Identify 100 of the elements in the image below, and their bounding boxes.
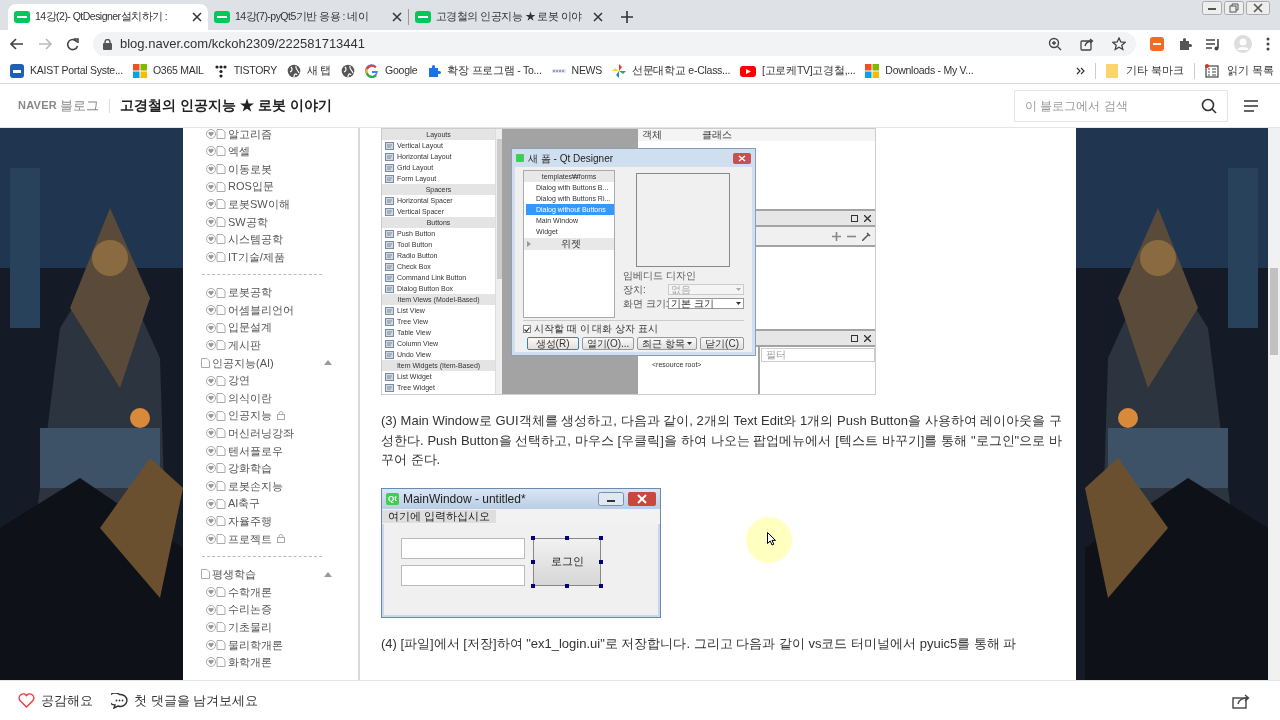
category-link[interactable]: 강화학습	[228, 460, 272, 477]
selection-handle[interactable]	[531, 583, 535, 588]
category-link[interactable]: 머신러닝강좌	[228, 425, 294, 442]
close-icon[interactable]	[1246, 1, 1270, 15]
float-icon[interactable]	[851, 334, 858, 342]
category-link[interactable]: 기초물리	[228, 619, 272, 636]
dialog-button[interactable]: 닫기(C)	[700, 337, 744, 350]
extension-icon[interactable]	[1150, 37, 1164, 51]
bookmark[interactable]: O365 MAIL	[132, 62, 204, 79]
bookmark[interactable]: 선문대학교 e-Class...	[612, 62, 731, 79]
wrench-icon[interactable]	[862, 231, 871, 241]
bookmark[interactable]: 확장 프로그램 - To...	[427, 62, 542, 79]
dialog-button[interactable]: 최근 항목	[637, 337, 698, 350]
category-link[interactable]: 어셈블리언어	[228, 301, 294, 319]
back-icon[interactable]	[10, 38, 24, 50]
close-icon[interactable]	[392, 12, 402, 22]
more-icon[interactable]	[1266, 37, 1270, 51]
category-link[interactable]: 로봇공학	[228, 284, 272, 301]
share-icon[interactable]	[1080, 37, 1094, 51]
category-link[interactable]: 로봇SW이해	[228, 195, 290, 213]
dialog-button[interactable]: 열기(O)...	[581, 337, 635, 350]
category-link[interactable]: 이동로봇	[228, 160, 272, 178]
category-link[interactable]: 평생학습	[212, 566, 256, 583]
column-header[interactable]: 객체	[642, 130, 662, 140]
category-link[interactable]: 화학개론	[228, 654, 272, 671]
reading-list[interactable]: 읽기 목록	[1204, 62, 1274, 79]
plus-icon[interactable]	[832, 231, 841, 241]
category-link[interactable]: 알고리즘	[228, 128, 272, 143]
chevron-double-icon[interactable]	[1075, 66, 1085, 75]
bookmark[interactable]: [고로케TV]고경철,...	[740, 62, 856, 79]
bookmark[interactable]: TISTORY	[213, 62, 277, 79]
globe-bookmark-icon[interactable]	[341, 63, 356, 78]
category-link[interactable]: 게시판	[228, 337, 261, 354]
minimize-icon[interactable]	[598, 491, 624, 506]
menu-item[interactable]: 여기에 입력하십시오	[382, 509, 497, 523]
category-link[interactable]: 물리학개론	[228, 636, 283, 654]
collapse-arrow-icon[interactable]	[324, 571, 332, 577]
category-link[interactable]: 강연	[228, 372, 250, 389]
category-link[interactable]: 인공지능(AI)	[212, 354, 274, 372]
bookmark[interactable]: NEWS	[551, 62, 602, 79]
close-icon[interactable]	[192, 12, 202, 22]
category-link[interactable]: SW공학	[228, 213, 268, 230]
float-icon[interactable]	[851, 214, 858, 222]
dialog-button[interactable]: 생성(R)	[526, 337, 579, 350]
scrollbar-thumb[interactable]	[496, 139, 502, 279]
category-link[interactable]: 자율주행	[228, 513, 272, 530]
minimize-icon[interactable]	[1202, 1, 1222, 15]
browser-tab[interactable]: 14강(7)-pyQt5기반 응용 : 네이	[208, 4, 408, 30]
bookmark[interactable]: Downloads - My V...	[865, 62, 974, 79]
star-icon[interactable]	[1112, 37, 1126, 51]
category-link[interactable]: 수리논증	[228, 601, 272, 618]
blog-title[interactable]: 고경철의 인공지능 ★ 로봇 이야기	[120, 95, 332, 116]
media-icon[interactable]	[1206, 37, 1220, 51]
restore-icon[interactable]	[1224, 1, 1244, 15]
browser-tab[interactable]: 고경철의 인공지능 ★ 로봇 이야	[409, 4, 609, 30]
dropdown[interactable]: 기본 크기	[668, 298, 744, 309]
category-link[interactable]: 입문설계	[228, 319, 272, 336]
selection-handle[interactable]	[599, 583, 603, 588]
selection-handle[interactable]	[599, 559, 603, 564]
blog-label[interactable]: 블로그	[60, 95, 100, 116]
zoom-icon[interactable]	[1048, 37, 1062, 51]
category-link[interactable]: 수학개론	[228, 583, 272, 601]
tree-group[interactable]: 위젯	[561, 239, 581, 249]
selection-handle[interactable]	[531, 559, 535, 564]
selection-handle[interactable]	[599, 535, 603, 540]
category-link[interactable]: 의식이란	[228, 389, 272, 407]
scrollbar-thumb[interactable]	[1270, 268, 1278, 355]
checkbox[interactable]	[523, 325, 531, 333]
category-link[interactable]: 프로젝트	[228, 530, 272, 548]
reload-icon[interactable]	[66, 37, 79, 51]
category-link[interactable]: 인공지능	[228, 407, 272, 424]
category-link[interactable]: 로봇손지능	[228, 477, 283, 495]
browser-tab[interactable]: 14강(2)- QtDesigner설치하기 :	[8, 4, 208, 30]
close-icon[interactable]	[864, 214, 871, 222]
share-icon[interactable]	[1232, 692, 1250, 709]
selection-handle[interactable]	[531, 535, 535, 540]
close-icon[interactable]	[864, 334, 871, 342]
menu-icon[interactable]	[1244, 99, 1258, 112]
push-button[interactable]: 로그인	[533, 537, 601, 586]
bookmark[interactable]: KAIST Portal Syste...	[10, 62, 123, 79]
selection-handle[interactable]	[565, 583, 569, 588]
new-tab-icon[interactable]	[621, 11, 633, 23]
collapse-arrow-icon[interactable]	[324, 360, 332, 366]
category-link[interactable]: IT기술/제품	[228, 248, 285, 266]
search-icon[interactable]	[1201, 97, 1217, 114]
column-header[interactable]: 클래스	[702, 130, 732, 140]
category-link[interactable]: 엑셀	[228, 143, 250, 160]
category-link[interactable]: 텐서플로우	[228, 442, 283, 460]
category-link[interactable]: 시스템공학	[228, 231, 283, 248]
like-button[interactable]: 공감해요	[18, 690, 93, 711]
category-link[interactable]: AI축구	[228, 495, 261, 512]
bookmark[interactable]: 새 탭	[286, 62, 332, 79]
comment-button[interactable]: 첫 댓글을 남겨보세요	[111, 690, 259, 711]
close-icon[interactable]	[593, 12, 603, 22]
bookmark[interactable]: Google	[365, 62, 418, 79]
naver-logo[interactable]: NAVER	[18, 97, 58, 114]
bookmark-folder[interactable]: 기타 북마크	[1105, 62, 1184, 79]
address-bar[interactable]: blog.naver.com/kckoh2309/222581713441	[93, 32, 1136, 56]
puzzle-icon[interactable]	[1178, 37, 1192, 51]
selection-handle[interactable]	[565, 535, 569, 540]
